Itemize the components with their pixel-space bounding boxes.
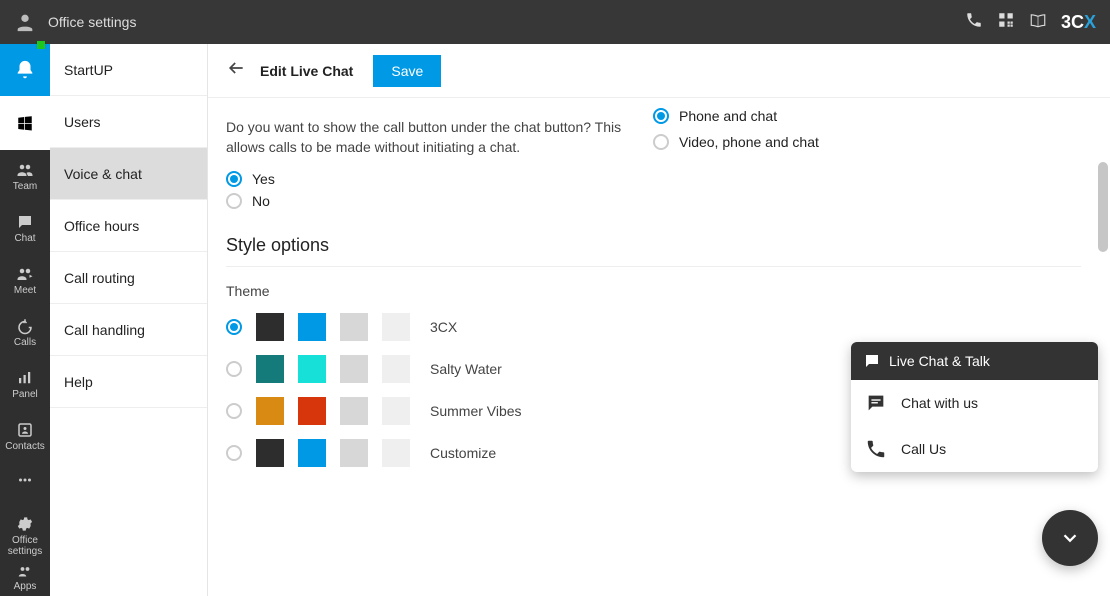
chat-widget: Live Chat & Talk Chat with us Call Us xyxy=(851,342,1098,472)
submenu-item-voice-chat[interactable]: Voice & chat xyxy=(50,148,207,200)
swatch xyxy=(256,439,284,467)
submenu: StartUP Users Voice & chat Office hours … xyxy=(50,44,208,596)
chat-widget-chat-label: Chat with us xyxy=(901,395,978,411)
radio-video-phone-chat[interactable] xyxy=(653,134,669,150)
chat-widget-header: Live Chat & Talk xyxy=(851,342,1098,380)
swatch xyxy=(256,397,284,425)
brand-text-2: X xyxy=(1084,12,1096,33)
user-icon[interactable] xyxy=(14,11,36,33)
phone-icon[interactable] xyxy=(965,11,983,34)
brand-logo[interactable]: 3CX xyxy=(1061,12,1096,33)
page-title: Office settings xyxy=(48,14,136,30)
rail-item-contacts[interactable]: Contacts xyxy=(0,410,50,462)
radio-theme-summer[interactable] xyxy=(226,403,242,419)
chat-widget-call[interactable]: Call Us xyxy=(851,426,1098,472)
radio-callbtn-no[interactable] xyxy=(226,193,242,209)
rail-item-calls[interactable]: Calls xyxy=(0,306,50,358)
rail-label-contacts: Contacts xyxy=(5,441,44,452)
rail-label-meet: Meet xyxy=(14,285,36,296)
rail-item-panel[interactable]: Panel xyxy=(0,358,50,410)
chat-fab[interactable] xyxy=(1042,510,1098,566)
back-button[interactable] xyxy=(226,58,246,83)
submenu-item-office-hours[interactable]: Office hours xyxy=(50,200,207,252)
communication-options: Phone and chat Video, phone and chat xyxy=(653,102,819,156)
topbar: Office settings 3CX xyxy=(0,0,1110,44)
swatch xyxy=(382,313,410,341)
swatch xyxy=(340,439,368,467)
presence-indicator xyxy=(37,41,45,49)
rail-label-apps: Apps xyxy=(14,581,37,592)
swatch xyxy=(382,355,410,383)
swatch xyxy=(298,313,326,341)
rail-item-office-settings[interactable]: Office settings xyxy=(0,508,50,564)
rail-item-team[interactable]: Team xyxy=(0,150,50,202)
swatch xyxy=(382,439,410,467)
swatch xyxy=(382,397,410,425)
radio-callbtn-yes[interactable] xyxy=(226,171,242,187)
submenu-item-call-handling[interactable]: Call handling xyxy=(50,304,207,356)
rail-label-office1: Office xyxy=(12,535,38,546)
book-icon[interactable] xyxy=(1029,11,1047,34)
rail-item-meet[interactable]: Meet xyxy=(0,254,50,306)
rail-item-chat[interactable]: Chat xyxy=(0,202,50,254)
submenu-item-users[interactable]: Users xyxy=(50,96,207,148)
content-header: Edit Live Chat Save xyxy=(208,44,1110,98)
radio-label-phone-chat: Phone and chat xyxy=(679,108,777,124)
swatch xyxy=(340,313,368,341)
radio-theme-3cx[interactable] xyxy=(226,319,242,335)
submenu-item-help[interactable]: Help xyxy=(50,356,207,408)
rail-item-windows[interactable] xyxy=(0,96,50,150)
scrollbar[interactable] xyxy=(1096,142,1110,272)
theme-label: Theme xyxy=(226,283,1092,299)
submenu-label: Voice & chat xyxy=(64,166,142,182)
submenu-label: StartUP xyxy=(64,62,113,78)
swatch xyxy=(256,313,284,341)
theme-name-salty: Salty Water xyxy=(430,361,502,377)
divider xyxy=(226,266,1081,267)
swatch xyxy=(298,397,326,425)
theme-row-3cx: 3CX xyxy=(226,313,1092,341)
rail-item-more[interactable] xyxy=(0,462,50,498)
swatch xyxy=(298,439,326,467)
save-button[interactable]: Save xyxy=(373,55,441,87)
swatch xyxy=(340,397,368,425)
submenu-item-call-routing[interactable]: Call routing xyxy=(50,252,207,304)
style-section-title: Style options xyxy=(226,235,1092,256)
rail-label-office2: settings xyxy=(8,546,42,557)
submenu-label: Call routing xyxy=(64,270,135,286)
radio-phone-chat[interactable] xyxy=(653,108,669,124)
radio-label-video-phone-chat: Video, phone and chat xyxy=(679,134,819,150)
chat-widget-chat[interactable]: Chat with us xyxy=(851,380,1098,426)
swatch xyxy=(340,355,368,383)
radio-theme-customize[interactable] xyxy=(226,445,242,461)
rail-label-calls: Calls xyxy=(14,337,36,348)
chat-widget-call-label: Call Us xyxy=(901,441,946,457)
radio-label-no: No xyxy=(252,193,270,209)
theme-name-customize: Customize xyxy=(430,445,496,461)
radio-label-yes: Yes xyxy=(252,171,275,187)
rail-item-notifications[interactable] xyxy=(0,44,50,96)
scrollbar-thumb[interactable] xyxy=(1098,162,1108,252)
swatch xyxy=(298,355,326,383)
chat-widget-title: Live Chat & Talk xyxy=(889,353,990,369)
submenu-label: Call handling xyxy=(64,322,145,338)
content-title: Edit Live Chat xyxy=(260,63,353,79)
submenu-label: Help xyxy=(64,374,93,390)
submenu-label: Users xyxy=(64,114,101,130)
qr-icon[interactable] xyxy=(997,11,1015,34)
rail-label-team: Team xyxy=(13,181,37,192)
rail-item-apps[interactable]: Apps xyxy=(0,564,50,592)
submenu-label: Office hours xyxy=(64,218,139,234)
submenu-item-startup[interactable]: StartUP xyxy=(50,44,207,96)
radio-theme-salty[interactable] xyxy=(226,361,242,377)
brand-text-1: 3C xyxy=(1061,12,1084,33)
content: Edit Live Chat Save Phone and chat Video… xyxy=(208,44,1110,596)
theme-name-3cx: 3CX xyxy=(430,319,457,335)
swatch xyxy=(256,355,284,383)
call-button-question: Do you want to show the call button unde… xyxy=(226,118,626,157)
theme-name-summer: Summer Vibes xyxy=(430,403,522,419)
left-rail: Team Chat Meet Calls Panel Contacts Offi… xyxy=(0,44,50,596)
rail-label-panel: Panel xyxy=(12,389,38,400)
rail-label-chat: Chat xyxy=(14,233,35,244)
